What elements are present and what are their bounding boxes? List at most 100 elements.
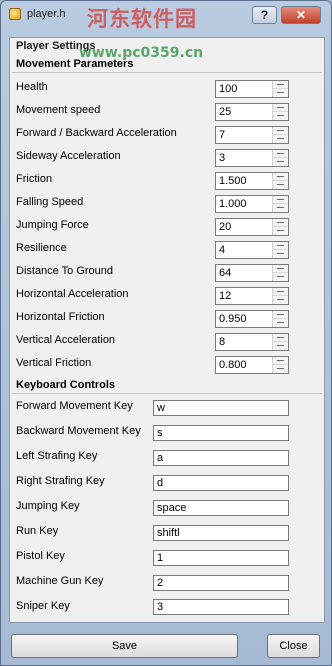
key-input[interactable]: 3 (153, 599, 289, 615)
param-label: Distance To Ground (16, 265, 114, 277)
spin-up-icon[interactable] (273, 219, 288, 227)
help-button[interactable]: ? (252, 6, 277, 24)
param-spinbox[interactable]: 1.000 (215, 195, 289, 213)
title-bar[interactable]: player.h 河东软件园 ? ✕ (1, 1, 331, 31)
key-label: Machine Gun Key (16, 575, 104, 587)
spin-up-icon[interactable] (273, 173, 288, 181)
key-input[interactable]: 1 (153, 550, 289, 566)
key-label: Sniper Key (16, 600, 70, 612)
spin-arrows[interactable] (272, 288, 288, 304)
help-icon: ? (260, 8, 269, 22)
param-spinbox[interactable]: 8 (215, 333, 289, 351)
param-label: Forward / Backward Acceleration (16, 127, 177, 139)
spin-up-icon[interactable] (273, 288, 288, 296)
spin-arrows[interactable] (272, 219, 288, 235)
spin-down-icon[interactable] (273, 365, 288, 373)
param-spinbox[interactable]: 0.800 (215, 356, 289, 374)
spin-up-icon[interactable] (273, 242, 288, 250)
save-button[interactable]: Save (11, 634, 238, 658)
key-label: Run Key (16, 525, 59, 537)
spin-up-icon[interactable] (273, 265, 288, 273)
spin-down-icon[interactable] (273, 296, 288, 304)
param-label: Friction (16, 173, 53, 185)
param-value[interactable]: 7 (219, 129, 225, 141)
param-value[interactable]: 20 (219, 221, 231, 233)
spin-down-icon[interactable] (273, 342, 288, 350)
param-spinbox[interactable]: 20 (215, 218, 289, 236)
param-spinbox[interactable]: 64 (215, 264, 289, 282)
spin-arrows[interactable] (272, 311, 288, 327)
spin-down-icon[interactable] (273, 227, 288, 235)
param-label: Horizontal Friction (16, 311, 105, 323)
key-value[interactable]: 1 (157, 552, 163, 564)
param-value[interactable]: 3 (219, 152, 225, 164)
spin-up-icon[interactable] (273, 127, 288, 135)
param-label: Jumping Force (16, 219, 89, 231)
key-input[interactable]: 2 (153, 575, 289, 591)
param-value[interactable]: 25 (219, 106, 231, 118)
key-value[interactable]: w (157, 402, 165, 414)
param-value[interactable]: 1.000 (219, 198, 247, 210)
key-input[interactable]: space (153, 500, 289, 516)
spin-arrows[interactable] (272, 265, 288, 281)
spin-arrows[interactable] (272, 81, 288, 97)
param-value[interactable]: 0.800 (219, 359, 247, 371)
key-value[interactable]: a (157, 452, 163, 464)
spin-arrows[interactable] (272, 150, 288, 166)
spin-down-icon[interactable] (273, 319, 288, 327)
param-spinbox[interactable]: 1.500 (215, 172, 289, 190)
key-input[interactable]: w (153, 400, 289, 416)
key-label: Jumping Key (16, 500, 80, 512)
key-input[interactable]: d (153, 475, 289, 491)
param-value[interactable]: 8 (219, 336, 225, 348)
spin-arrows[interactable] (272, 334, 288, 350)
param-spinbox[interactable]: 0.950 (215, 310, 289, 328)
key-input[interactable]: s (153, 425, 289, 441)
param-spinbox[interactable]: 100 (215, 80, 289, 98)
param-value[interactable]: 1.500 (219, 175, 247, 187)
spin-down-icon[interactable] (273, 181, 288, 189)
spin-arrows[interactable] (272, 357, 288, 373)
spin-down-icon[interactable] (273, 89, 288, 97)
key-value[interactable]: shiftl (157, 527, 180, 539)
spin-down-icon[interactable] (273, 158, 288, 166)
param-value[interactable]: 64 (219, 267, 231, 279)
param-spinbox[interactable]: 3 (215, 149, 289, 167)
spin-arrows[interactable] (272, 104, 288, 120)
key-input[interactable]: shiftl (153, 525, 289, 541)
key-value[interactable]: 2 (157, 577, 163, 589)
spin-up-icon[interactable] (273, 81, 288, 89)
spin-down-icon[interactable] (273, 112, 288, 120)
spin-up-icon[interactable] (273, 150, 288, 158)
param-spinbox[interactable]: 4 (215, 241, 289, 259)
key-input[interactable]: a (153, 450, 289, 466)
close-button[interactable]: Close (267, 634, 320, 658)
param-spinbox[interactable]: 7 (215, 126, 289, 144)
spin-up-icon[interactable] (273, 196, 288, 204)
spin-arrows[interactable] (272, 242, 288, 258)
key-value[interactable]: s (157, 427, 163, 439)
key-value[interactable]: 3 (157, 601, 163, 613)
spin-down-icon[interactable] (273, 250, 288, 258)
window-close-button[interactable]: ✕ (281, 6, 321, 24)
spin-up-icon[interactable] (273, 311, 288, 319)
spin-up-icon[interactable] (273, 334, 288, 342)
param-value[interactable]: 12 (219, 290, 231, 302)
param-label: Movement speed (16, 104, 101, 116)
spin-arrows[interactable] (272, 173, 288, 189)
param-value[interactable]: 4 (219, 244, 225, 256)
spin-down-icon[interactable] (273, 135, 288, 143)
param-value[interactable]: 0.950 (219, 313, 247, 325)
spin-arrows[interactable] (272, 196, 288, 212)
spin-down-icon[interactable] (273, 204, 288, 212)
divider (12, 393, 322, 394)
spin-up-icon[interactable] (273, 357, 288, 365)
param-spinbox[interactable]: 12 (215, 287, 289, 305)
key-value[interactable]: d (157, 477, 163, 489)
spin-down-icon[interactable] (273, 273, 288, 281)
spin-up-icon[interactable] (273, 104, 288, 112)
param-value[interactable]: 100 (219, 83, 237, 95)
key-value[interactable]: space (157, 502, 186, 514)
spin-arrows[interactable] (272, 127, 288, 143)
param-spinbox[interactable]: 25 (215, 103, 289, 121)
